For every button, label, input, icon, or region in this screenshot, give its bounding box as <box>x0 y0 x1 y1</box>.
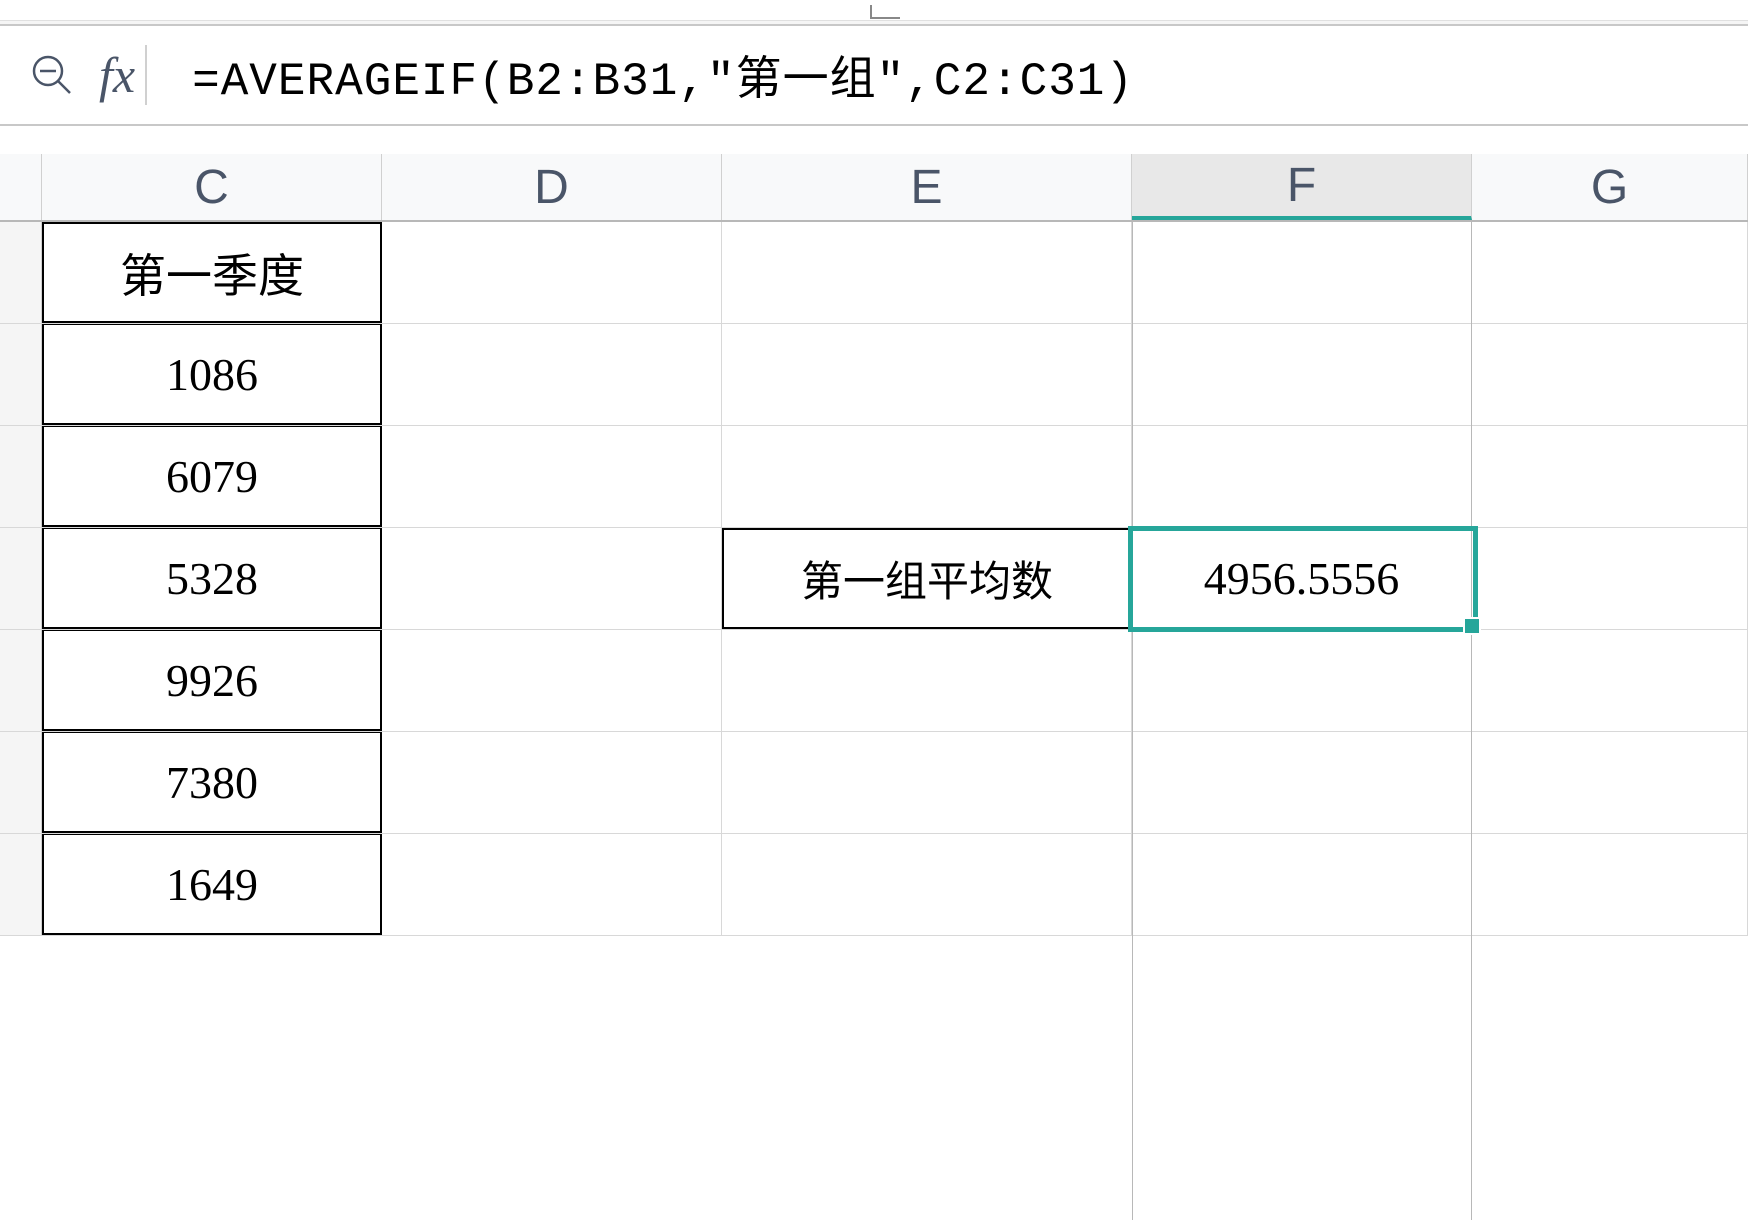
top-spacer <box>0 0 1748 20</box>
column-headers: C D E F G <box>0 154 1748 222</box>
col-header-E[interactable]: E <box>722 154 1132 220</box>
row-header[interactable] <box>0 732 42 833</box>
corner-cell[interactable] <box>0 154 42 220</box>
cell-D4[interactable] <box>382 528 722 629</box>
cell-G3[interactable] <box>1472 426 1748 527</box>
col-header-C[interactable]: C <box>42 154 382 220</box>
cell-C6[interactable]: 7380 <box>42 732 382 833</box>
cell-G6[interactable] <box>1472 732 1748 833</box>
cell-D1[interactable] <box>382 222 722 323</box>
cell-E7[interactable] <box>722 834 1132 935</box>
cell-E6[interactable] <box>722 732 1132 833</box>
grid-row: 6079 <box>0 426 1748 528</box>
cell-D5[interactable] <box>382 630 722 731</box>
cell-C4[interactable]: 5328 <box>42 528 382 629</box>
cell-F6[interactable] <box>1132 732 1472 833</box>
cell-D2[interactable] <box>382 324 722 425</box>
cell-E2[interactable] <box>722 324 1132 425</box>
cell-C5[interactable]: 9926 <box>42 630 382 731</box>
cell-E5[interactable] <box>722 630 1132 731</box>
row-header[interactable] <box>0 222 42 323</box>
grid-row: 1649 <box>0 834 1748 936</box>
grid-row: 1086 <box>0 324 1748 426</box>
cell-E3[interactable] <box>722 426 1132 527</box>
grid-rows: 第一季度 1086 6079 5328 <box>0 222 1748 936</box>
cell-G1[interactable] <box>1472 222 1748 323</box>
cell-D3[interactable] <box>382 426 722 527</box>
cell-C1[interactable]: 第一季度 <box>42 222 382 323</box>
grid-row: 7380 <box>0 732 1748 834</box>
row-header[interactable] <box>0 528 42 629</box>
cell-C7[interactable]: 1649 <box>42 834 382 935</box>
grid-row: 9926 <box>0 630 1748 732</box>
row-header[interactable] <box>0 630 42 731</box>
cell-G4[interactable] <box>1472 528 1748 629</box>
row-header[interactable] <box>0 426 42 527</box>
fx-icon[interactable]: fx <box>99 45 147 105</box>
cell-E4[interactable]: 第一组平均数 <box>722 528 1132 629</box>
cell-G5[interactable] <box>1472 630 1748 731</box>
zoom-out-icon[interactable] <box>30 53 74 97</box>
row-header[interactable] <box>0 834 42 935</box>
cell-G7[interactable] <box>1472 834 1748 935</box>
spreadsheet-grid: C D E F G 第一季度 1086 6079 <box>0 154 1748 936</box>
cell-F3[interactable] <box>1132 426 1472 527</box>
cell-C2[interactable]: 1086 <box>42 324 382 425</box>
cell-G2[interactable] <box>1472 324 1748 425</box>
col-header-F[interactable]: F <box>1132 154 1472 220</box>
cell-F4[interactable]: 4956.5556 <box>1132 528 1472 629</box>
spacer <box>0 126 1748 154</box>
formula-input[interactable] <box>172 44 1718 106</box>
col-header-G[interactable]: G <box>1472 154 1748 220</box>
col-header-D[interactable]: D <box>382 154 722 220</box>
cell-F1[interactable] <box>1132 222 1472 323</box>
cell-D6[interactable] <box>382 732 722 833</box>
cell-F5[interactable] <box>1132 630 1472 731</box>
cell-F7[interactable] <box>1132 834 1472 935</box>
row-header[interactable] <box>0 324 42 425</box>
grid-row: 第一季度 <box>0 222 1748 324</box>
cell-D7[interactable] <box>382 834 722 935</box>
cell-E1[interactable] <box>722 222 1132 323</box>
formula-bar: fx <box>0 26 1748 126</box>
cell-C3[interactable]: 6079 <box>42 426 382 527</box>
grid-row: 5328 第一组平均数 4956.5556 <box>0 528 1748 630</box>
cell-F2[interactable] <box>1132 324 1472 425</box>
